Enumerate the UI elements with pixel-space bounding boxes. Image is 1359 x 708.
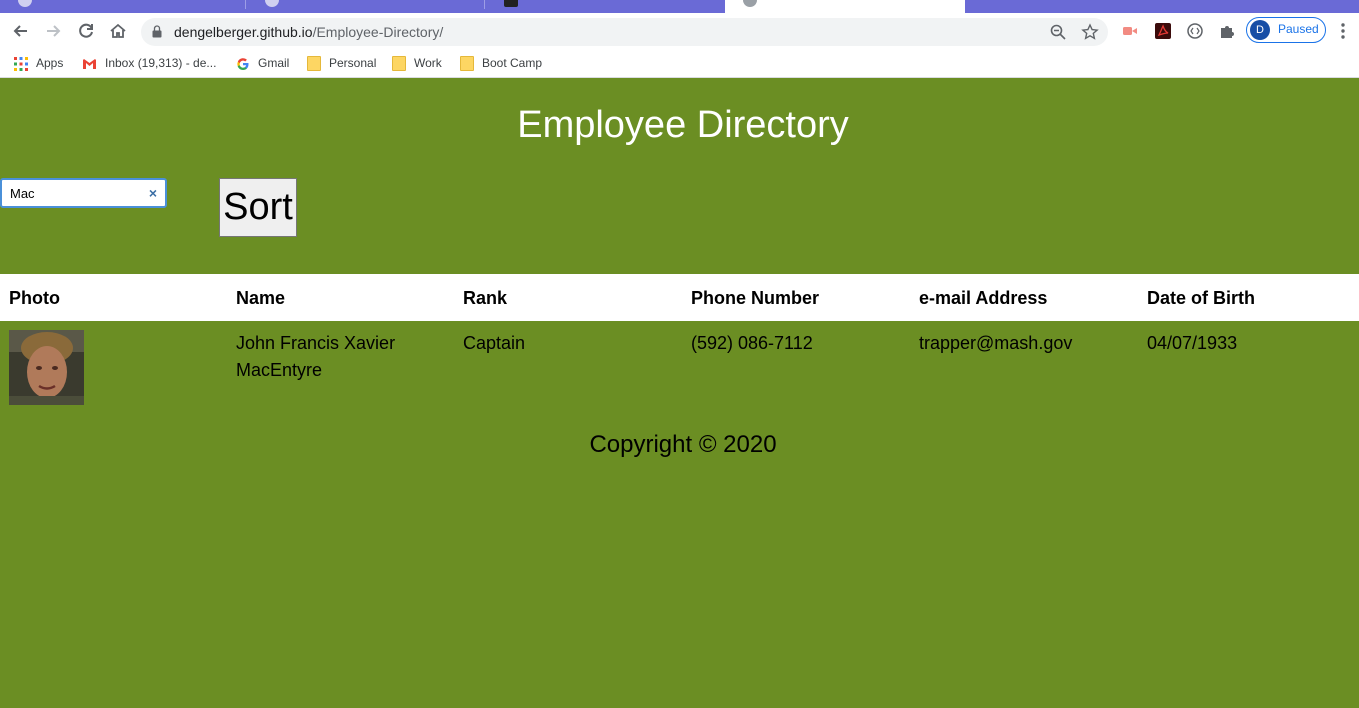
bookmark-folder-personal[interactable]: Personal	[307, 54, 376, 72]
column-header-dob: Date of Birth	[1147, 288, 1255, 308]
folder-icon	[392, 56, 406, 72]
sort-button[interactable]: Sort	[219, 178, 297, 237]
reload-icon[interactable]	[75, 20, 97, 42]
extensions-puzzle-icon[interactable]	[1218, 22, 1236, 40]
column-header-email: e-mail Address	[919, 288, 1048, 308]
bookmark-label: Work	[414, 56, 442, 70]
bookmark-folder-boot-camp[interactable]: Boot Camp	[460, 54, 542, 72]
extension-cast-icon[interactable]	[1121, 22, 1139, 40]
kebab-menu-icon[interactable]	[1336, 21, 1350, 41]
tab-separator	[484, 0, 485, 9]
profile-button[interactable]: D Paused	[1246, 17, 1326, 43]
table-row: John Francis Xavier MacEntyre Captain (5…	[0, 329, 1359, 409]
column-header-name: Name	[236, 288, 286, 308]
address-bar[interactable]: dengelberger.github.io/Employee-Director…	[141, 18, 1108, 46]
search-field[interactable]: ×	[0, 178, 167, 208]
bookmarks-bar: Apps Inbox (19,313) - de... Gmail Person…	[0, 49, 1359, 78]
bookmark-folder-work[interactable]: Work	[392, 54, 442, 72]
browser-toolbar: dengelberger.github.io/Employee-Director…	[0, 13, 1359, 49]
tab-favicon-icon	[18, 0, 32, 7]
copyright-footer: Copyright © 2020	[589, 431, 777, 458]
zoom-icon[interactable]	[1049, 23, 1067, 41]
bookmark-label: Boot Camp	[482, 56, 543, 70]
bookmark-star-icon[interactable]	[1081, 23, 1099, 41]
home-icon[interactable]	[107, 20, 129, 42]
bookmark-label: Gmail	[258, 56, 290, 70]
employee-phone: (592) 086-7112	[691, 333, 813, 353]
tab-strip	[0, 0, 1359, 13]
url-text[interactable]: dengelberger.github.io/Employee-Director…	[174, 24, 443, 40]
folder-icon	[460, 56, 474, 72]
search-input[interactable]	[10, 185, 140, 201]
tab-favicon-icon	[504, 0, 518, 7]
google-icon	[237, 58, 249, 70]
browser-tab[interactable]	[0, 0, 246, 13]
browser-tab[interactable]	[966, 0, 1359, 13]
folder-icon	[307, 56, 321, 72]
column-header-photo: Photo	[9, 288, 60, 308]
acrobat-extension-icon[interactable]	[1154, 22, 1172, 40]
page-content: Employee Directory × Sort Photo Name Ran…	[0, 82, 1359, 708]
bookmark-label: Inbox (19,313) - de...	[105, 56, 217, 70]
browser-tab[interactable]	[486, 0, 724, 13]
bookmark-inbox[interactable]: Inbox (19,313) - de...	[82, 54, 216, 72]
column-header-rank: Rank	[463, 288, 508, 308]
back-icon[interactable]	[10, 20, 32, 42]
bookmark-label: Personal	[329, 56, 377, 70]
tab-separator	[245, 0, 246, 9]
column-header-phone: Phone Number	[691, 288, 820, 308]
employee-photo	[9, 330, 84, 405]
lock-icon[interactable]	[152, 25, 162, 38]
browser-tab-active[interactable]	[725, 0, 965, 13]
browser-tab[interactable]	[247, 0, 485, 13]
clear-search-icon[interactable]: ×	[146, 185, 160, 201]
tab-favicon-icon	[265, 0, 279, 7]
employee-dob: 04/07/1933	[1147, 333, 1238, 353]
bookmark-apps[interactable]: Apps	[14, 54, 63, 72]
profile-status: Paused	[1278, 22, 1319, 36]
avatar: D	[1250, 20, 1270, 40]
forward-icon[interactable]	[42, 20, 64, 42]
table-header: Photo Name Rank Phone Number e-mail Addr…	[0, 274, 1359, 321]
url-path: /Employee-Directory/	[312, 24, 444, 40]
tab-favicon-icon	[743, 0, 757, 7]
gmail-icon	[83, 58, 96, 69]
apps-grid-icon	[14, 56, 28, 71]
extension-circle-icon[interactable]	[1186, 22, 1204, 40]
employee-rank: Captain	[463, 333, 526, 353]
page-title: Employee Directory	[517, 104, 849, 146]
employee-email: trapper@mash.gov	[919, 333, 1073, 353]
url-host: dengelberger.github.io	[174, 24, 313, 40]
bookmark-label: Apps	[36, 56, 64, 70]
bookmark-gmail[interactable]: Gmail	[236, 54, 289, 72]
employee-name: John Francis Xavier MacEntyre	[236, 333, 396, 380]
